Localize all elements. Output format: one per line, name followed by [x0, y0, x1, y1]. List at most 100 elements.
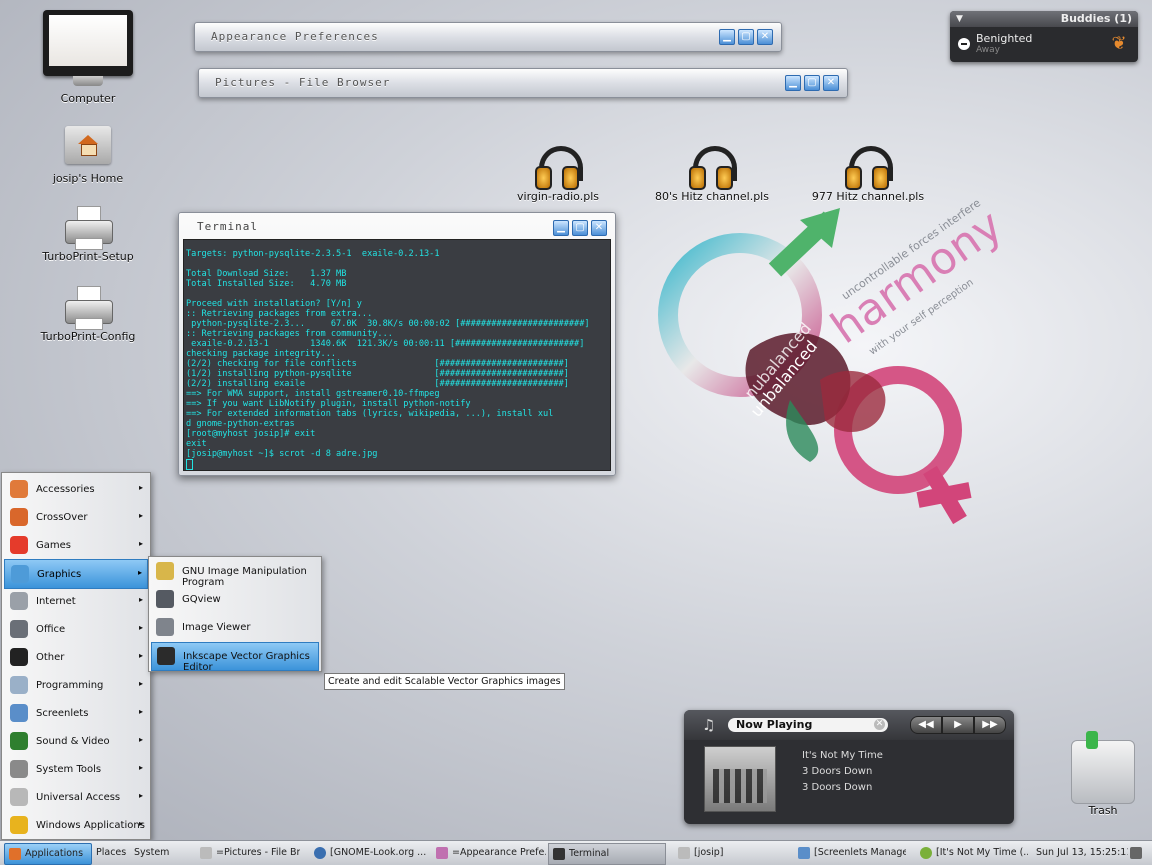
- maximize-button[interactable]: ▢: [572, 220, 588, 236]
- play-button[interactable]: ▶: [942, 716, 974, 734]
- menu-item[interactable]: Games ▸: [4, 531, 148, 559]
- clear-icon[interactable]: ✕: [874, 719, 885, 730]
- submenu-arrow-icon: ▸: [138, 595, 143, 604]
- audio-file-icon[interactable]: 80's Hitz channel.pls: [642, 146, 782, 203]
- task-now-playing[interactable]: [It's Not My Time (...: [916, 843, 1028, 863]
- file-browser-window[interactable]: Pictures - File Browser ▁ ▢ ✕: [198, 68, 848, 98]
- menu-item[interactable]: Graphics ▸: [4, 559, 148, 589]
- menu-item-label: Screenlets: [36, 708, 89, 719]
- now-playing-field[interactable]: Now Playing ✕: [728, 718, 888, 732]
- task-gnome-look[interactable]: [GNOME-Look.org ...: [310, 843, 426, 863]
- task-screenlets-manager[interactable]: [Screenlets Manager]: [794, 843, 906, 863]
- minimize-button[interactable]: ▁: [719, 29, 735, 45]
- task-label: [josip]: [694, 847, 724, 858]
- turboprint-config-icon[interactable]: TurboPrint-Config: [38, 286, 138, 343]
- category-icon: [10, 704, 28, 722]
- track-artist: 3 Doors Down: [802, 766, 873, 777]
- task-josip[interactable]: [josip]: [674, 843, 784, 863]
- task-appearance[interactable]: =Appearance Prefe...: [432, 843, 546, 863]
- headphones-icon: [845, 146, 893, 190]
- menu-item[interactable]: Programming ▸: [4, 671, 148, 699]
- previous-button[interactable]: ◀◀: [910, 716, 942, 734]
- menu-item-label: Sound & Video: [36, 736, 110, 747]
- menu-item[interactable]: Accessories ▸: [4, 475, 148, 503]
- places-menu-button[interactable]: Places: [96, 843, 136, 863]
- submenu-arrow-icon: ▸: [138, 707, 143, 716]
- submenu-item-label: Inkscape Vector Graphics Editor: [183, 651, 310, 673]
- category-icon: [10, 732, 28, 750]
- terminal-output: Targets: python-pysqlite-2.3.5-1 exaile-…: [186, 249, 590, 459]
- menu-item-label: Accessories: [36, 484, 95, 495]
- task-pictures[interactable]: =Pictures - File Bro...: [196, 843, 300, 863]
- close-button[interactable]: ✕: [591, 220, 607, 236]
- wallpaper-text-harmony: harmony: [822, 200, 1012, 354]
- home-folder-icon[interactable]: josip's Home: [38, 126, 138, 185]
- applications-menu: Accessories ▸ CrossOver ▸ Games ▸ Graphics ▸ Int…: [1, 472, 151, 840]
- application-icon: [156, 618, 174, 636]
- trash-label: Trash: [1088, 804, 1118, 817]
- menu-item[interactable]: Other ▸: [4, 643, 148, 671]
- maximize-button[interactable]: ▢: [738, 29, 754, 45]
- collapse-icon[interactable]: ▼: [956, 14, 963, 24]
- application-icon: [156, 590, 174, 608]
- category-icon: [10, 760, 28, 778]
- terminal-cursor: [186, 459, 193, 470]
- terminal-window[interactable]: Terminal ▁ ▢ ✕ Targets: python-pysqlite-…: [178, 212, 616, 476]
- submenu-item[interactable]: Image Viewer: [151, 614, 319, 641]
- clock[interactable]: Sun Jul 13, 15:25:11: [1036, 843, 1128, 863]
- audio-file-icon[interactable]: virgin-radio.pls: [488, 146, 628, 203]
- file-label: virgin-radio.pls: [517, 190, 599, 203]
- show-desktop-button[interactable]: [1130, 843, 1146, 863]
- trash-icon[interactable]: Trash: [1056, 731, 1150, 817]
- submenu-arrow-icon: ▸: [138, 819, 143, 828]
- away-status-icon: [958, 38, 970, 50]
- menu-item[interactable]: Office ▸: [4, 615, 148, 643]
- applications-menu-button[interactable]: Applications: [4, 843, 92, 865]
- submenu-item[interactable]: Inkscape Vector Graphics Editor: [151, 642, 319, 673]
- turboprint-setup-icon[interactable]: TurboPrint-Setup: [38, 206, 138, 263]
- menu-item-label: Universal Access: [36, 792, 121, 803]
- palette-icon: [436, 846, 448, 859]
- system-menu-button[interactable]: System: [134, 843, 178, 863]
- appearance-preferences-window[interactable]: Appearance Preferences ▁ ▢ ✕: [194, 22, 782, 52]
- application-icon: [157, 647, 175, 665]
- applications-label: Applications: [25, 848, 84, 859]
- desktop-icon: [1130, 846, 1142, 859]
- maximize-button[interactable]: ▢: [804, 75, 820, 91]
- printer-icon: [65, 206, 113, 250]
- computer-icon[interactable]: Computer: [38, 10, 138, 105]
- task-label: =Pictures - File Bro...: [216, 847, 300, 858]
- application-icon: [156, 562, 174, 580]
- terminal-screen[interactable]: Targets: python-pysqlite-2.3.5-1 exaile-…: [183, 239, 611, 471]
- menu-item[interactable]: Internet ▸: [4, 587, 148, 615]
- submenu-item[interactable]: GQview: [151, 586, 319, 613]
- menu-item-label: CrossOver: [36, 512, 88, 523]
- menu-item-label: Programming: [36, 680, 104, 691]
- menu-item[interactable]: CrossOver ▸: [4, 503, 148, 531]
- minimize-button[interactable]: ▁: [785, 75, 801, 91]
- menu-item[interactable]: Screenlets ▸: [4, 699, 148, 727]
- minimize-button[interactable]: ▁: [553, 220, 569, 236]
- media-player: ♫ Now Playing ✕ ◀◀ ▶ ▶▶ It's Not My Time…: [684, 710, 1014, 824]
- next-button[interactable]: ▶▶: [974, 716, 1006, 734]
- close-button[interactable]: ✕: [757, 29, 773, 45]
- track-album: 3 Doors Down: [802, 782, 873, 793]
- butterfly-icon: ❦: [1111, 33, 1127, 54]
- desktop-icon-label: josip's Home: [52, 172, 124, 185]
- category-icon: [10, 676, 28, 694]
- menu-item[interactable]: Universal Access ▸: [4, 783, 148, 811]
- buddy-list-header[interactable]: ▼ Buddies (1): [950, 11, 1138, 27]
- menu-item[interactable]: Sound & Video ▸: [4, 727, 148, 755]
- category-icon: [10, 480, 28, 498]
- submenu-item[interactable]: GNU Image Manipulation Program: [151, 558, 319, 588]
- close-button[interactable]: ✕: [823, 75, 839, 91]
- submenu-item-label: GNU Image Manipulation Program: [182, 566, 307, 588]
- buddy-list: ▼ Buddies (1) Benighted Away ❦: [950, 11, 1138, 62]
- buddy-name[interactable]: Benighted: [976, 32, 1032, 45]
- audio-file-icon[interactable]: 977 Hitz channel.pls: [798, 146, 938, 203]
- buddy-count: Buddies (1): [1060, 12, 1132, 25]
- menu-item[interactable]: System Tools ▸: [4, 755, 148, 783]
- menu-item[interactable]: Windows Applications ▸: [4, 811, 148, 839]
- task-terminal[interactable]: Terminal: [548, 843, 666, 865]
- submenu-arrow-icon: ▸: [138, 483, 143, 492]
